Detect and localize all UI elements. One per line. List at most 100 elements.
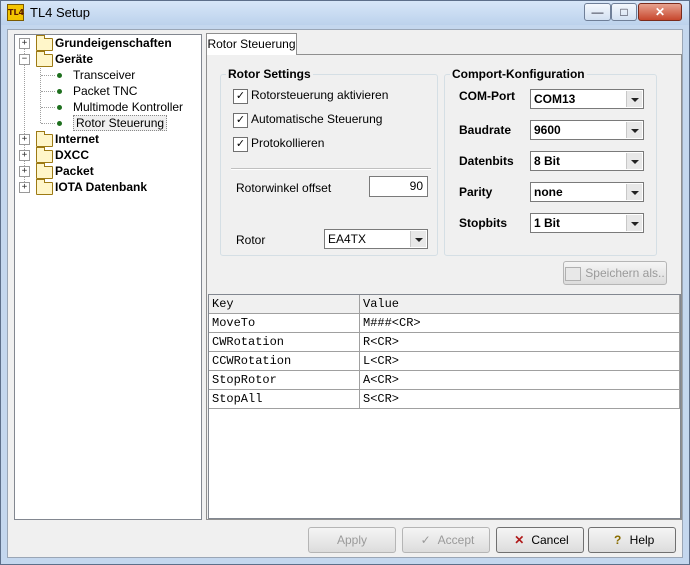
chevron-down-icon[interactable] [410, 231, 426, 247]
grid-key-cell[interactable]: StopAll [209, 390, 360, 409]
stopbits-select[interactable]: 1 Bit [530, 213, 644, 233]
checkbox-protokollieren[interactable]: ✓ [233, 137, 248, 152]
grid-key-cell[interactable]: CWRotation [209, 333, 360, 352]
parity-value: none [534, 185, 563, 199]
title-bar[interactable]: TL4 TL4 Setup — □ ✕ [1, 1, 689, 25]
tree-item-label: Packet TNC [73, 84, 138, 98]
stopbits-value: 1 Bit [534, 216, 561, 230]
help-label: Help [629, 533, 655, 547]
tree-item-grundeigenschaften[interactable]: + Grundeigenschaften [19, 35, 199, 51]
comport-group: Comport-Konfiguration COM-Port COM13 Bau… [444, 67, 657, 256]
stopbits-label: Stopbits [459, 216, 507, 230]
checkbox-label: Automatische Steuerung [251, 112, 383, 126]
tab-rotor-steuerung[interactable]: Rotor Steuerung [206, 33, 297, 55]
save-as-button[interactable]: Speichern als.. [563, 261, 667, 285]
grid-value-cell[interactable]: S<CR> [360, 390, 680, 409]
folder-icon [36, 131, 53, 147]
grid-value-cell[interactable]: M###<CR> [360, 314, 680, 333]
com-port-value: COM13 [534, 92, 576, 106]
baudrate-select[interactable]: 9600 [530, 120, 644, 140]
close-button[interactable]: ✕ [638, 3, 682, 21]
tree-item-transceiver[interactable]: Transceiver [19, 67, 199, 83]
rotor-select-value: EA4TX [328, 232, 367, 246]
checkmark-icon: ✓ [420, 533, 431, 547]
chevron-down-icon[interactable] [626, 215, 642, 231]
checkbox-rotorsteuerung[interactable]: ✓ [233, 89, 248, 104]
tree-item-packet-tnc[interactable]: Packet TNC [19, 83, 199, 99]
tree-item-internet[interactable]: + Internet [19, 131, 199, 147]
expand-icon[interactable]: + [19, 182, 30, 193]
baudrate-label: Baudrate [459, 123, 512, 137]
apply-label: Apply [336, 533, 368, 547]
grid-value-cell[interactable]: R<CR> [360, 333, 680, 352]
tree-item-label: Geräte [55, 52, 94, 66]
parity-label: Parity [459, 185, 493, 199]
collapse-icon[interactable]: − [19, 54, 30, 65]
grid-value-cell[interactable]: L<CR> [360, 352, 680, 371]
bullet-icon [57, 73, 62, 78]
tree-item-label: DXCC [55, 148, 90, 162]
cancel-button[interactable]: ✕ Cancel [496, 527, 584, 553]
chevron-down-icon[interactable] [626, 122, 642, 138]
tree-item-rotor-steuerung[interactable]: Rotor Steuerung [19, 115, 199, 131]
tree-item-multimode-kontroller[interactable]: Multimode Kontroller [19, 99, 199, 115]
datenbits-select[interactable]: 8 Bit [530, 151, 644, 171]
help-icon: ? [613, 533, 622, 547]
grid-key-cell[interactable]: CCWRotation [209, 352, 360, 371]
group-legend: Comport-Konfiguration [450, 67, 587, 81]
expand-icon[interactable]: + [19, 38, 30, 49]
offset-input[interactable]: 90 [369, 176, 428, 197]
window-title: TL4 Setup [30, 5, 90, 20]
chevron-down-icon[interactable] [626, 153, 642, 169]
rotor-select[interactable]: EA4TX [324, 229, 428, 249]
tree-item-label: IOTA Datenbank [55, 180, 148, 194]
com-port-label: COM-Port [459, 89, 515, 103]
maximize-button[interactable]: □ [611, 3, 637, 21]
save-icon [565, 266, 582, 281]
divider [231, 168, 431, 170]
tree-item-iota-datenbank[interactable]: + IOTA Datenbank [19, 179, 199, 195]
minimize-button[interactable]: — [584, 3, 611, 21]
datenbits-label: Datenbits [459, 154, 514, 168]
settings-tree[interactable]: + Grundeigenschaften − Geräte Transceive… [14, 34, 202, 520]
apply-button[interactable]: Apply [308, 527, 396, 553]
folder-icon [36, 147, 53, 163]
accept-button[interactable]: ✓ Accept [402, 527, 490, 553]
cancel-label: Cancel [531, 533, 569, 547]
bullet-icon [57, 105, 62, 110]
checkbox-automatische-steuerung[interactable]: ✓ [233, 113, 248, 128]
expand-icon[interactable]: + [19, 166, 30, 177]
tree-item-label: Rotor Steuerung [73, 115, 168, 131]
tree-item-dxcc[interactable]: + DXCC [19, 147, 199, 163]
rotor-label: Rotor [236, 233, 266, 247]
expand-icon[interactable]: + [19, 134, 30, 145]
save-as-label: Speichern als.. [585, 266, 665, 280]
grid-value-cell[interactable]: A<CR> [360, 371, 680, 390]
grid-key-cell[interactable]: MoveTo [209, 314, 360, 333]
tree-item-packet[interactable]: + Packet [19, 163, 199, 179]
checkbox-label: Protokollieren [251, 136, 325, 150]
accept-label: Accept [437, 533, 475, 547]
grid-header-key[interactable]: Key [209, 295, 360, 314]
tree-item-label: Packet [55, 164, 94, 178]
bullet-icon [57, 89, 62, 94]
folder-icon [36, 179, 53, 195]
help-button[interactable]: ? Help [588, 527, 676, 553]
group-legend: Rotor Settings [226, 67, 313, 81]
com-port-select[interactable]: COM13 [530, 89, 644, 109]
chevron-down-icon[interactable] [626, 184, 642, 200]
expand-icon[interactable]: + [19, 150, 30, 161]
app-icon: TL4 [7, 4, 24, 21]
grid-key-cell[interactable]: StopRotor [209, 371, 360, 390]
grid-header-value[interactable]: Value [360, 295, 680, 314]
chevron-down-icon[interactable] [626, 91, 642, 107]
parity-select[interactable]: none [530, 182, 644, 202]
tree-item-label: Multimode Kontroller [73, 100, 184, 114]
bullet-icon [57, 121, 62, 126]
baudrate-value: 9600 [534, 123, 561, 137]
rotor-settings-group: Rotor Settings ✓ Rotorsteuerung aktivier… [220, 67, 438, 256]
tree-item-geraete[interactable]: − Geräte [19, 51, 199, 67]
tree-item-label: Internet [55, 132, 100, 146]
cancel-x-icon: ✕ [514, 533, 525, 547]
key-value-grid[interactable]: Key Value MoveTo M###<CR> CWRotation R<C… [208, 294, 681, 519]
